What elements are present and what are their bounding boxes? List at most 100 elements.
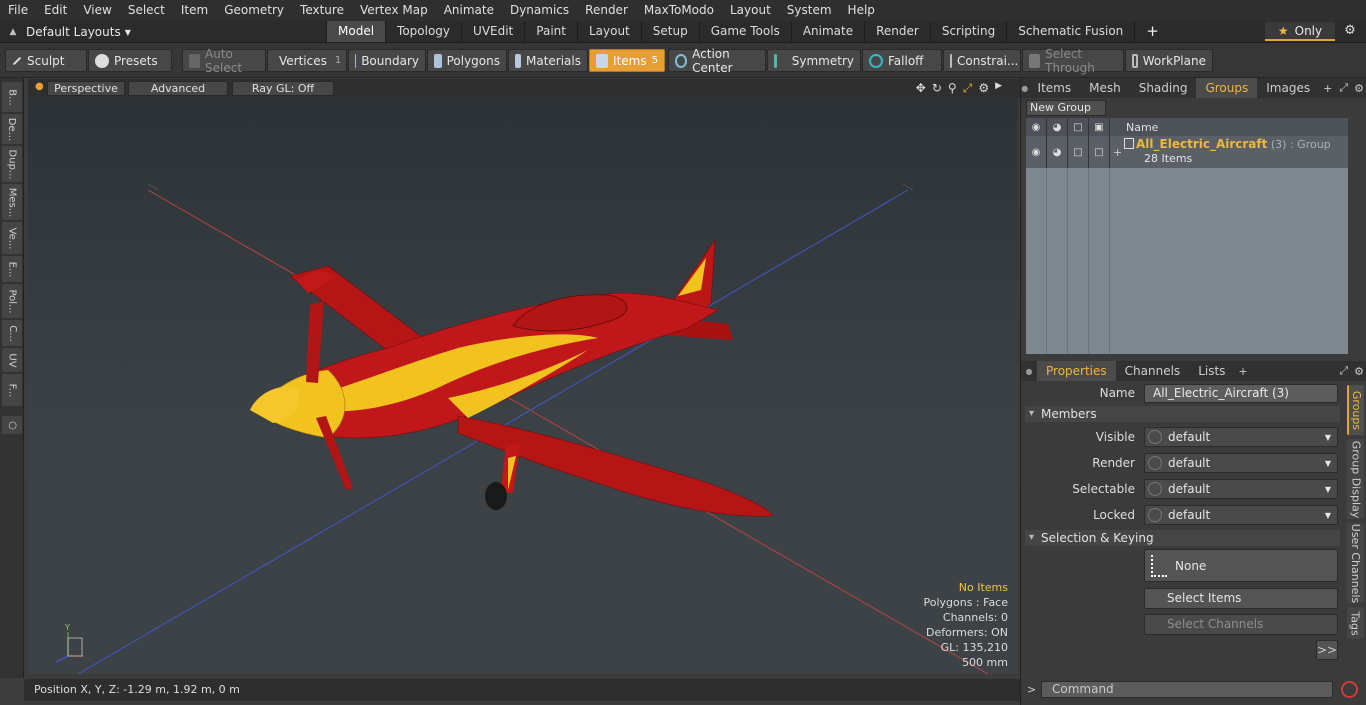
vtab-group-display[interactable]: Group Display — [1347, 439, 1364, 519]
only-toggle[interactable]: ★ Only — [1265, 22, 1335, 41]
left-tab-uv[interactable]: UV — [2, 348, 22, 372]
maximize-icon[interactable]: ⤢ — [963, 81, 973, 96]
left-tab-mesh-edit[interactable]: Mes... — [2, 184, 22, 220]
tab-game-tools[interactable]: Game Tools — [698, 21, 791, 42]
selectable-dropdown[interactable]: default ▼ — [1144, 479, 1338, 499]
auto-select-button[interactable]: Auto Select — [182, 47, 266, 75]
collapse-arrow-icon[interactable]: ▲ — [4, 27, 22, 37]
workplane-button[interactable]: WorkPlane — [1125, 49, 1213, 72]
locked-dropdown[interactable]: default ▼ — [1144, 505, 1338, 525]
tab-schematic-fusion[interactable]: Schematic Fusion — [1006, 21, 1134, 42]
menu-select[interactable]: Select — [120, 0, 173, 21]
menu-maxtomodo[interactable]: MaxToModo — [636, 0, 722, 21]
polygons-button[interactable]: Polygons — [427, 49, 507, 72]
tab-lists[interactable]: Lists — [1189, 361, 1234, 381]
viewport-gear-icon[interactable]: ⚙ — [978, 81, 989, 96]
sculpt-button[interactable]: Sculpt — [5, 49, 87, 72]
panel-dot-icon[interactable]: ● — [1021, 367, 1037, 376]
new-group-button[interactable]: New Group — [1026, 100, 1106, 116]
tab-items[interactable]: Items — [1029, 78, 1081, 98]
viewport-menu-dot-icon[interactable]: ● — [35, 81, 44, 92]
tab-images[interactable]: Images — [1257, 78, 1319, 98]
more-button[interactable]: >> — [1316, 640, 1338, 660]
symmetry-button[interactable]: Symmetry — [767, 49, 861, 72]
tab-uvedit[interactable]: UVEdit — [461, 21, 524, 42]
tab-animate[interactable]: Animate — [790, 21, 864, 42]
expand-plus-icon[interactable]: + — [1113, 146, 1122, 159]
menu-item[interactable]: Item — [173, 0, 216, 21]
expand-panel-icon[interactable]: ⤢ — [1336, 364, 1351, 378]
items-button[interactable]: Items 5 — [589, 49, 665, 72]
row-select-box[interactable]: □ — [1068, 136, 1089, 168]
layout-selector[interactable]: ▲ Default Layouts ▼ — [4, 23, 204, 41]
boundary-button[interactable]: Boundary — [348, 49, 426, 72]
panel-gear-icon[interactable]: ⚙ — [1351, 365, 1366, 378]
advanced-button[interactable]: Advanced — [128, 81, 228, 96]
panel-gear-icon[interactable]: ⚙ — [1351, 82, 1366, 95]
constraints-button[interactable]: Constrai... — [943, 49, 1021, 72]
expand-panel-icon[interactable]: ⤢ — [1336, 81, 1351, 95]
name-field[interactable]: All_Electric_Aircraft (3) — [1144, 383, 1338, 403]
raygl-button[interactable]: Ray GL: Off — [232, 81, 334, 96]
row-eye-icon[interactable]: ◉ — [1026, 136, 1047, 168]
menu-animate[interactable]: Animate — [436, 0, 502, 21]
rotate-icon[interactable]: ↻ — [932, 81, 942, 96]
tab-setup[interactable]: Setup — [640, 21, 699, 42]
presets-button[interactable]: Presets — [88, 49, 172, 72]
menu-help[interactable]: Help — [840, 0, 883, 21]
lock-cube-icon[interactable]: ▣ — [1089, 118, 1110, 136]
falloff-button[interactable]: Falloff — [862, 49, 942, 72]
menu-file[interactable]: File — [0, 0, 36, 21]
left-tab-curve[interactable]: C... — [2, 320, 22, 346]
visible-dropdown[interactable]: default ▼ — [1144, 427, 1338, 447]
select-items-button[interactable]: Select Items — [1144, 588, 1338, 609]
render-dropdown[interactable]: default ▼ — [1144, 453, 1338, 473]
left-tab-expand[interactable]: ○ — [2, 416, 22, 434]
left-tab-deform[interactable]: De... — [2, 114, 22, 144]
left-tab-polygon[interactable]: Pol... — [2, 284, 22, 318]
none-button[interactable]: None — [1144, 549, 1338, 582]
group-row[interactable]: ◉ ◕ □ □ + All_Electric_Aircraft (3) : Gr… — [1026, 136, 1348, 168]
play-arrow-icon[interactable]: ▶ — [995, 81, 1002, 96]
menu-layout[interactable]: Layout — [722, 0, 779, 21]
vtab-user-channels[interactable]: User Channels — [1347, 523, 1364, 603]
panel-dot-icon[interactable]: ● — [1021, 84, 1029, 93]
menu-dynamics[interactable]: Dynamics — [502, 0, 577, 21]
menu-texture[interactable]: Texture — [292, 0, 352, 21]
members-section[interactable]: Members — [1025, 406, 1340, 422]
visibility-eye-icon[interactable]: ◉ — [1026, 118, 1047, 136]
tab-mesh[interactable]: Mesh ... — [1080, 78, 1130, 115]
menu-render[interactable]: Render — [577, 0, 636, 21]
tab-render[interactable]: Render — [864, 21, 930, 42]
tab-model[interactable]: Model — [326, 21, 386, 42]
tab-scripting[interactable]: Scripting — [929, 21, 1006, 42]
menu-system[interactable]: System — [779, 0, 840, 21]
vtab-tags[interactable]: Tags — [1347, 607, 1364, 639]
tab-shading[interactable]: Shading — [1130, 78, 1197, 98]
left-tab-edge[interactable]: E... — [2, 256, 22, 282]
select-channels-button[interactable]: Select Channels — [1144, 614, 1338, 635]
left-tab-vertex[interactable]: Ve... — [2, 222, 22, 254]
zoom-icon[interactable]: ⚲ — [948, 81, 957, 96]
gear-icon[interactable]: ⚙ — [1341, 23, 1359, 41]
record-macro-icon[interactable] — [1341, 681, 1358, 698]
vertices-button[interactable]: Vertices 1 — [267, 49, 347, 72]
left-tab-basic[interactable]: B... — [2, 82, 22, 112]
tab-layout[interactable]: Layout — [576, 21, 641, 42]
menu-edit[interactable]: Edit — [36, 0, 75, 21]
3d-viewport[interactable]: Y No Items Polygons : Face Channels: 0 D… — [28, 98, 1018, 674]
add-tab-icon[interactable]: + — [1234, 365, 1251, 378]
render-icon[interactable]: ◕ — [1047, 118, 1068, 136]
tab-groups[interactable]: Groups — [1196, 78, 1258, 98]
select-through-button[interactable]: Select Through — [1022, 47, 1124, 75]
select-cube-icon[interactable]: □ — [1068, 118, 1089, 136]
action-center-button[interactable]: Action Center — [668, 47, 766, 75]
pan-icon[interactable]: ✥ — [916, 81, 926, 96]
group-list-area[interactable] — [1026, 168, 1348, 354]
selection-keying-section[interactable]: Selection & Keying — [1025, 530, 1340, 546]
left-tab-fusion[interactable]: F... — [2, 374, 22, 406]
command-input[interactable]: Command — [1041, 681, 1333, 698]
row-render-icon[interactable]: ◕ — [1047, 136, 1068, 168]
add-tab-icon[interactable]: + — [1134, 21, 1159, 42]
left-tab-duplicate[interactable]: Dup... — [2, 146, 22, 182]
